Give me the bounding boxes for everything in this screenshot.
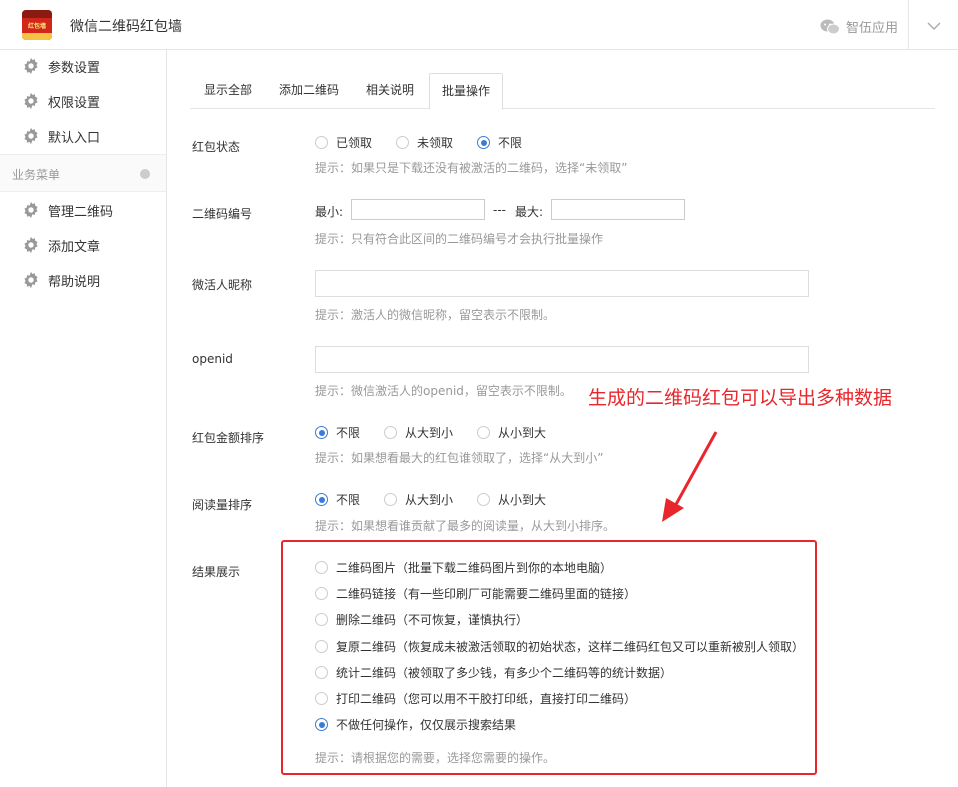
- tab-add-code[interactable]: 添加二维码: [272, 73, 346, 109]
- amount-sort-option-asc[interactable]: 从小到大: [477, 424, 546, 441]
- top-header: 红包墙 微信二维码红包墙 智伍应用: [0, 0, 958, 50]
- sidebar-item-label: 添加文章: [48, 239, 101, 255]
- read-sort-label: 阅读量排序: [192, 498, 253, 512]
- sidebar-group-label: 业务菜单: [12, 168, 61, 182]
- amount-sort-label: 红包金额排序: [192, 431, 265, 445]
- read-sort-option-desc[interactable]: 从大到小: [384, 491, 453, 508]
- annotation-arrow-icon: [662, 431, 718, 522]
- radio-label: 已领取: [336, 136, 373, 150]
- app-title: 微信二维码红包墙: [70, 19, 182, 35]
- max-label: 最大:: [515, 205, 544, 219]
- gear-icon: [24, 57, 38, 75]
- status-option-unclaimed[interactable]: 未领取: [396, 134, 453, 151]
- status-option-any[interactable]: 不限: [477, 134, 522, 151]
- gear-icon: [24, 201, 38, 219]
- range-separator: ---: [493, 203, 506, 217]
- status-option-claimed[interactable]: 已领取: [315, 134, 372, 151]
- header-divider: [908, 0, 909, 50]
- radio-button[interactable]: [384, 493, 398, 506]
- radio-button[interactable]: [315, 136, 328, 149]
- gear-icon: [24, 92, 38, 110]
- sidebar-item-label: 管理二维码: [48, 204, 114, 220]
- code-range-hint: 提示：只有符合此区间的二维码编号才会执行批量操作: [315, 232, 604, 246]
- sidebar-item-label: 默认入口: [48, 130, 101, 146]
- radio-button[interactable]: [477, 493, 491, 506]
- openid-hint: 提示：微信激活人的openid，留空表示不限制。: [315, 384, 572, 398]
- nickname-hint: 提示：激活人的微信昵称，留空表示不限制。: [315, 308, 556, 322]
- sidebar-item-label: 权限设置: [48, 95, 101, 111]
- amount-sort-option-any[interactable]: 不限: [315, 424, 360, 441]
- amount-sort-option-desc[interactable]: 从大到小: [384, 424, 453, 441]
- app-logo-text: 红包墙: [27, 23, 46, 30]
- sidebar-item-manage-codes[interactable]: 管理二维码: [22, 200, 113, 220]
- read-sort-option-asc[interactable]: 从小到大: [477, 491, 546, 508]
- radio-label: 从大到小: [405, 426, 454, 440]
- wechat-icon: [820, 19, 840, 34]
- nickname-label: 微活人昵称: [192, 278, 253, 292]
- sidebar-item-help[interactable]: 帮助说明: [22, 270, 100, 290]
- tab-batch-ops[interactable]: 批量操作: [429, 73, 503, 110]
- code-min-input[interactable]: [351, 199, 485, 220]
- read-sort-hint: 提示：如果想看谁贡献了最多的阅读量，从大到小排序。: [315, 519, 616, 533]
- tab-bar: 显示全部 添加二维码 相关说明 批量操作: [190, 73, 935, 110]
- chevron-down-icon[interactable]: [924, 16, 944, 36]
- tab-related-info[interactable]: 相关说明: [358, 73, 422, 109]
- radio-button[interactable]: [315, 493, 328, 506]
- brand-label: 智伍应用: [846, 21, 899, 36]
- sidebar-group-business[interactable]: 业务菜单: [0, 154, 166, 192]
- app-logo[interactable]: 红包墙: [22, 10, 52, 40]
- annotation-text: 生成的二维码红包可以导出多种数据: [588, 387, 893, 409]
- sidebar-item-default-entry[interactable]: 默认入口: [22, 126, 100, 146]
- status-label: 红包状态: [192, 140, 241, 154]
- amount-sort-radio-group: 不限 从大到小 从小到大: [315, 424, 570, 441]
- status-hint: 提示：如果只是下载还没有被激活的二维码，选择“未领取”: [315, 161, 628, 175]
- sidebar-item-params[interactable]: 参数设置: [22, 56, 100, 76]
- radio-label: 不限: [336, 426, 361, 440]
- radio-button[interactable]: [384, 426, 398, 439]
- sidebar: 参数设置 权限设置 默认入口 业务菜单 管理二维码 添加文章 帮助说明: [0, 50, 167, 787]
- openid-label: openid: [192, 352, 233, 366]
- radio-label: 不限: [336, 493, 361, 507]
- tab-show-all[interactable]: 显示全部: [196, 73, 260, 109]
- read-sort-radio-group: 不限 从大到小 从小到大: [315, 491, 570, 508]
- openid-input[interactable]: [315, 346, 809, 373]
- radio-button[interactable]: [396, 136, 410, 149]
- collapse-dot-icon[interactable]: [140, 169, 150, 179]
- radio-label: 不限: [498, 136, 523, 150]
- gear-icon: [24, 271, 38, 289]
- nickname-input[interactable]: [315, 270, 809, 297]
- code-range-label: 二维码编号: [192, 207, 253, 221]
- sidebar-item-add-article[interactable]: 添加文章: [22, 235, 100, 255]
- min-label: 最小:: [315, 205, 344, 219]
- radio-button[interactable]: [477, 426, 491, 439]
- radio-label: 从大到小: [405, 493, 454, 507]
- sidebar-item-label: 参数设置: [48, 60, 101, 76]
- radio-label: 从小到大: [498, 426, 547, 440]
- code-max-input[interactable]: [551, 199, 685, 220]
- sidebar-item-permissions[interactable]: 权限设置: [22, 91, 100, 111]
- result-label: 结果展示: [192, 565, 241, 579]
- annotation-highlight-box: [281, 540, 817, 775]
- radio-label: 未领取: [417, 136, 454, 150]
- gear-icon: [24, 127, 38, 145]
- radio-button[interactable]: [477, 136, 491, 149]
- read-sort-option-any[interactable]: 不限: [315, 491, 360, 508]
- status-radio-group: 已领取 未领取 不限: [315, 134, 546, 151]
- radio-label: 从小到大: [498, 493, 547, 507]
- amount-sort-hint: 提示：如果想看最大的红包谁领取了，选择“从大到小”: [315, 451, 604, 465]
- gear-icon: [24, 236, 38, 254]
- sidebar-item-label: 帮助说明: [48, 274, 101, 290]
- radio-button[interactable]: [315, 426, 328, 439]
- brand-link[interactable]: 智伍应用: [820, 17, 898, 36]
